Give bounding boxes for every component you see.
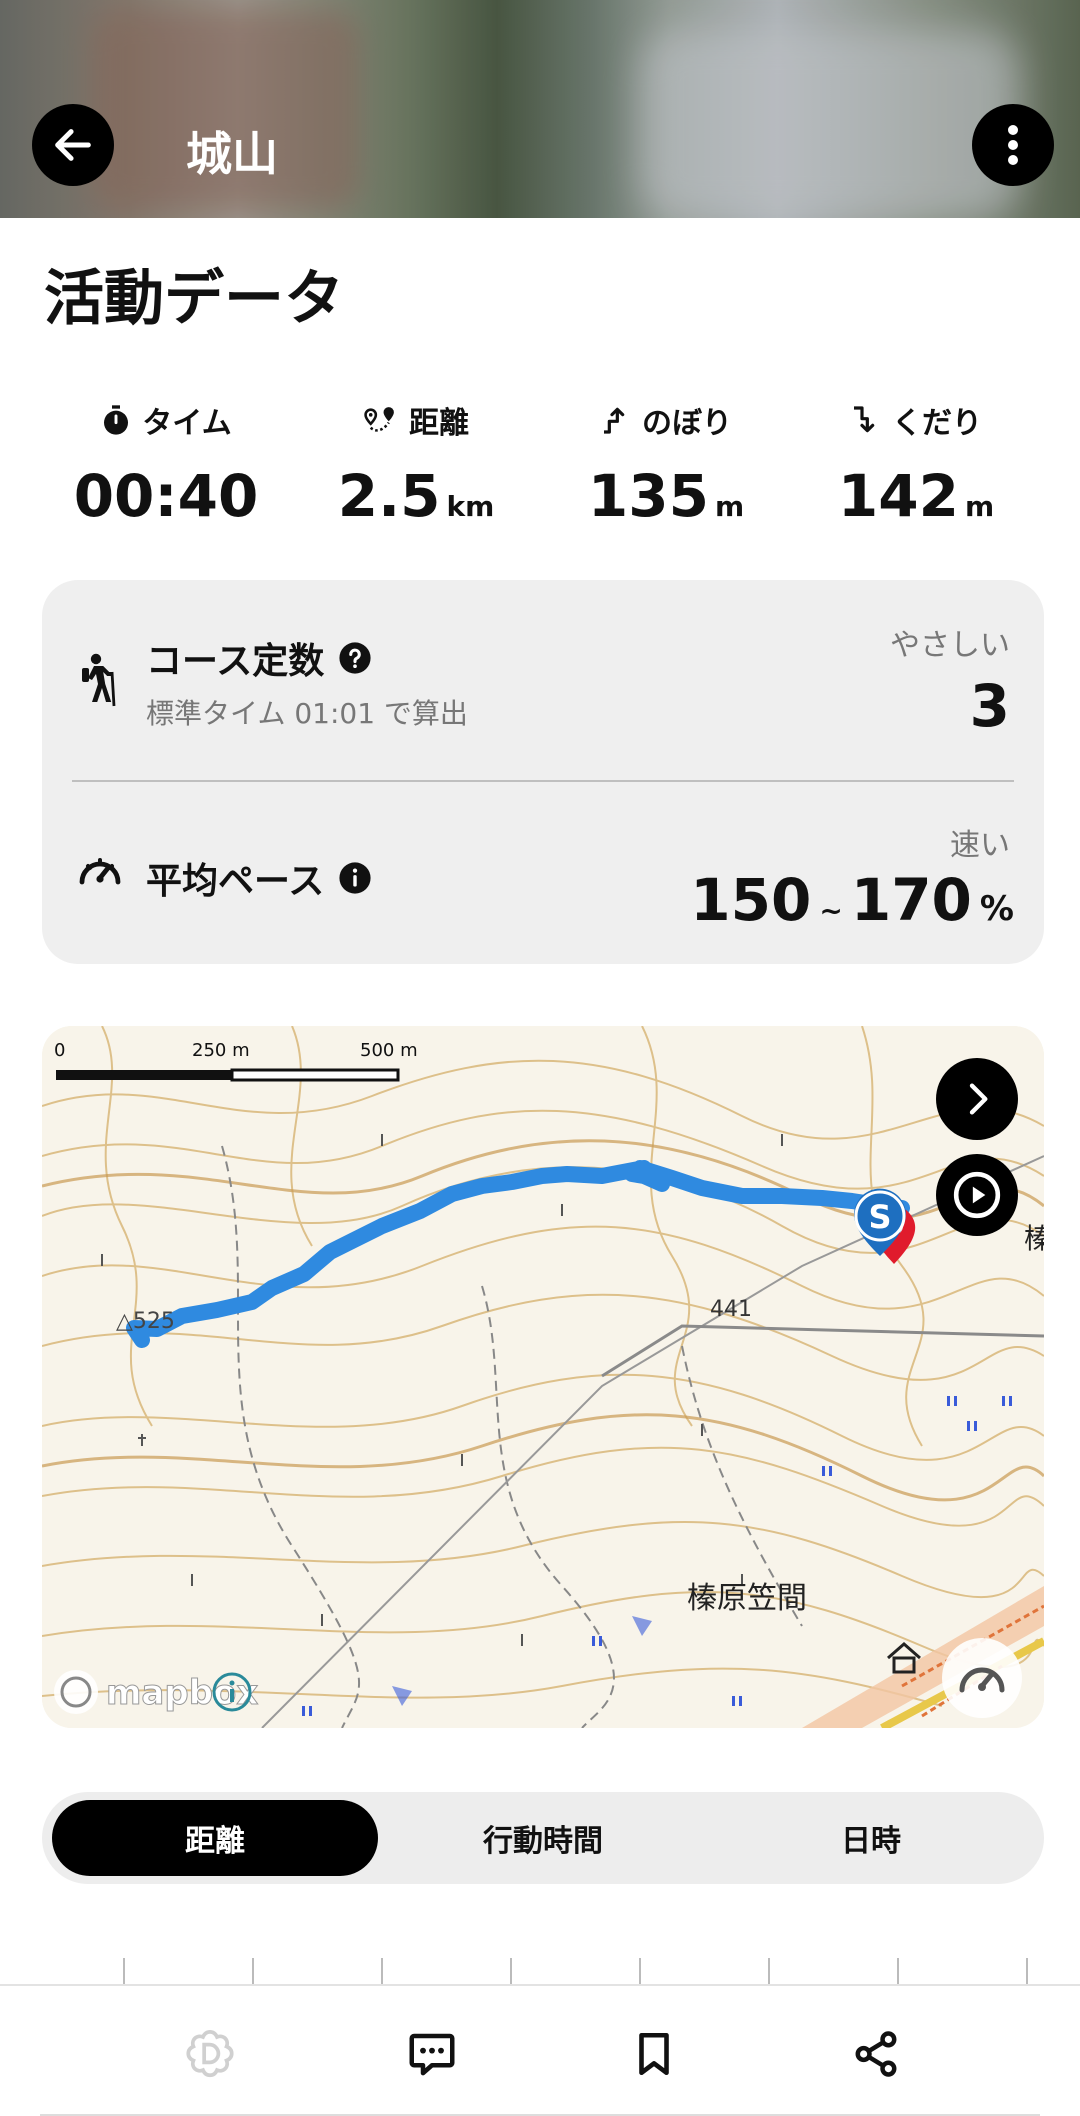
descent-arrow-icon <box>854 406 875 433</box>
bookmark-button[interactable] <box>614 2014 694 2094</box>
speedometer-icon <box>79 858 121 885</box>
share-button[interactable] <box>836 2014 916 2094</box>
domo-button[interactable] <box>170 2014 250 2094</box>
stat-unit: m <box>714 490 745 523</box>
help-icon[interactable] <box>338 641 372 675</box>
stat-descent: くだり 142 m <box>791 398 1041 539</box>
pace-separator: ~ <box>819 894 843 927</box>
back-button[interactable] <box>32 104 114 186</box>
scale-bar <box>56 1068 400 1082</box>
scale-label: 250 m <box>192 1040 250 1061</box>
stat-label: 距離 <box>291 398 541 442</box>
stat-distance: 距離 2.5 km <box>291 398 541 539</box>
course-constant-label: コース定数 <box>146 641 325 682</box>
ascent-arrow-icon <box>604 407 625 434</box>
average-pace-title: 平均ペース <box>146 852 372 904</box>
scale-label: 0 <box>54 1040 65 1061</box>
place-label: 榛原笠間 <box>687 1581 807 1616</box>
stat-ascent: のぼり 135 m <box>541 398 791 539</box>
average-pace-level: 速い <box>950 828 1010 863</box>
share-icon <box>855 2031 897 2077</box>
section-title: 活動データ <box>44 264 344 334</box>
hiker-icon <box>82 653 116 707</box>
stat-value: 2.5 km <box>291 464 541 539</box>
stat-label-text: くだり <box>892 406 982 441</box>
elevation-label: 441 <box>710 1297 752 1322</box>
more-vertical-icon <box>1008 125 1018 165</box>
stat-value: 142 m <box>791 464 1041 539</box>
bookmark-icon <box>639 2032 669 2076</box>
stat-label: のぼり <box>541 398 791 442</box>
stat-unit: m <box>964 490 995 523</box>
start-marker-label: S <box>868 1198 891 1236</box>
stat-label: タイム <box>41 398 291 442</box>
pace-max: 170 <box>850 866 972 934</box>
route-pin-icon <box>364 407 394 432</box>
tab-distance[interactable]: 距離 <box>52 1800 378 1876</box>
scale-label: 500 m <box>360 1040 418 1061</box>
stat-value: 135 m <box>541 464 791 539</box>
course-constant-title: コース定数 <box>146 632 372 684</box>
stat-number: 00:40 <box>73 462 259 530</box>
stat-number: 2.5 <box>337 462 441 530</box>
play-circle-icon <box>953 1171 1001 1219</box>
comment-icon <box>409 2033 455 2076</box>
tab-datetime[interactable]: 日時 <box>708 1800 1034 1876</box>
chevron-right-icon <box>969 1083 988 1115</box>
mapbox-wordmark: mapbox <box>106 1673 258 1713</box>
map-speed-button[interactable] <box>942 1638 1022 1718</box>
stat-number: 142 <box>837 462 959 530</box>
chart-axis-tabs: 距離 行動時間 日時 <box>42 1792 1044 1884</box>
header-photo: 城山 <box>0 0 1080 218</box>
pace-unit: % <box>979 889 1014 929</box>
mapbox-logo: mapbox <box>54 1670 259 1714</box>
bottom-action-bar <box>0 1984 1080 2116</box>
page-title: 城山 <box>186 127 278 181</box>
header-photo-overlay <box>0 0 1080 218</box>
map-play-button[interactable] <box>936 1154 1018 1236</box>
speedometer-icon <box>959 1667 1005 1693</box>
stat-label-text: のぼり <box>642 406 732 441</box>
average-pace-label: 平均ペース <box>146 861 325 902</box>
divider <box>72 780 1014 782</box>
course-constant-value: 3 <box>969 672 1010 740</box>
course-constant-subtitle: 標準タイム 01:01 で算出 <box>146 697 468 730</box>
average-pace-value: 150 ~ 170 % <box>690 866 1014 934</box>
stat-time: タイム 00:40 <box>41 398 291 528</box>
difficulty-card: コース定数 標準タイム 01:01 で算出 やさしい 3 平均ペース 速い 15… <box>42 580 1044 964</box>
stat-label-text: タイム <box>142 406 232 441</box>
stat-label: くだり <box>791 398 1041 442</box>
tab-activity-time[interactable]: 行動時間 <box>380 1800 706 1876</box>
elevation-label: △525 <box>116 1309 175 1334</box>
map-next-button[interactable] <box>936 1058 1018 1140</box>
course-constant-level: やさしい <box>890 628 1010 663</box>
stopwatch-icon <box>104 405 129 435</box>
place-label-edge: 榛 <box>1024 1222 1044 1255</box>
map-canvas[interactable]: △525 441 榛原笠間 榛 0 250 m 500 m S mapbox <box>42 1026 1044 1728</box>
stat-label-text: 距離 <box>409 406 469 441</box>
stat-value: 00:40 <box>41 464 291 528</box>
pace-min: 150 <box>690 866 812 934</box>
more-options-button[interactable] <box>972 104 1054 186</box>
info-icon[interactable] <box>338 861 372 895</box>
route-map[interactable]: △525 441 榛原笠間 榛 0 250 m 500 m S mapbox <box>42 1026 1044 1728</box>
d-logo-icon <box>186 2029 234 2078</box>
comment-button[interactable] <box>392 2014 472 2094</box>
stat-unit: km <box>446 490 495 523</box>
stat-number: 135 <box>587 462 709 530</box>
arrow-left-icon <box>55 129 91 161</box>
chart-axis-ticks <box>123 1958 1028 1984</box>
